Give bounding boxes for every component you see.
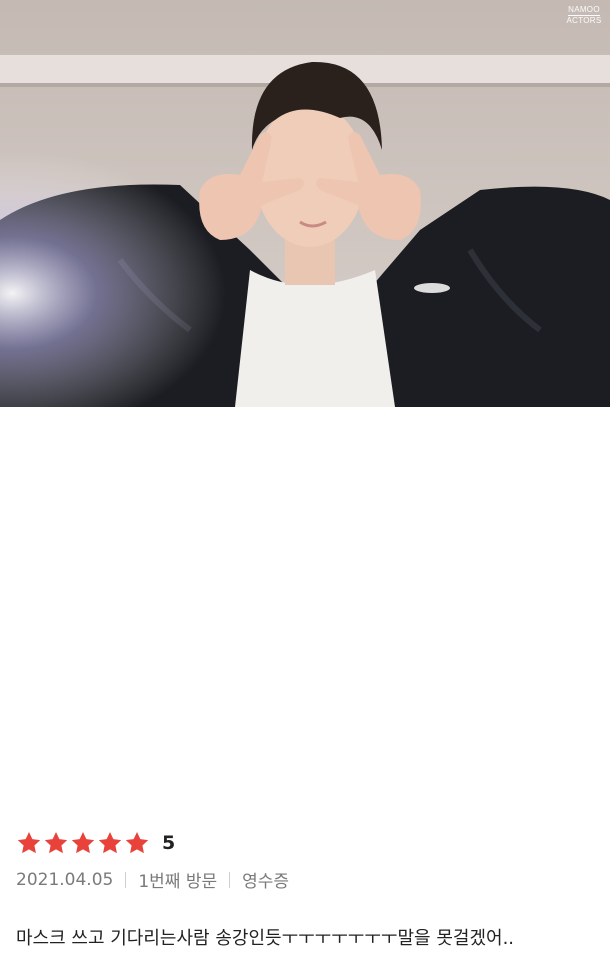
receipt-badge: 영수증 xyxy=(242,872,290,892)
visit-count: 1번째 방문 xyxy=(138,872,218,892)
photo-illustration xyxy=(0,0,610,407)
meta-divider xyxy=(229,871,231,888)
rating-row: 5 xyxy=(16,830,175,856)
watermark-logo: NAMOO ACTORS xyxy=(564,6,604,25)
star-icon xyxy=(44,831,68,854)
star-icon xyxy=(71,831,95,854)
meta-divider xyxy=(125,871,127,888)
review-photo: NAMOO ACTORS xyxy=(0,0,610,407)
watermark-top: NAMOO xyxy=(568,5,600,14)
review-text: 마스크 쓰고 기다리는사람 송강인듯ㅜㅜㅜㅜㅜㅜㅜ말을 못걸겠어.. xyxy=(16,928,515,949)
star-rating xyxy=(16,830,150,856)
star-icon xyxy=(17,831,41,854)
review-date: 2021.04.05 xyxy=(16,869,114,890)
rating-value: 5 xyxy=(162,832,176,854)
review-meta: 2021.04.05 1번째 방문 영수증 xyxy=(16,867,290,893)
watermark-bottom: ACTORS xyxy=(566,16,602,25)
star-icon xyxy=(125,831,149,854)
star-icon xyxy=(98,831,122,854)
